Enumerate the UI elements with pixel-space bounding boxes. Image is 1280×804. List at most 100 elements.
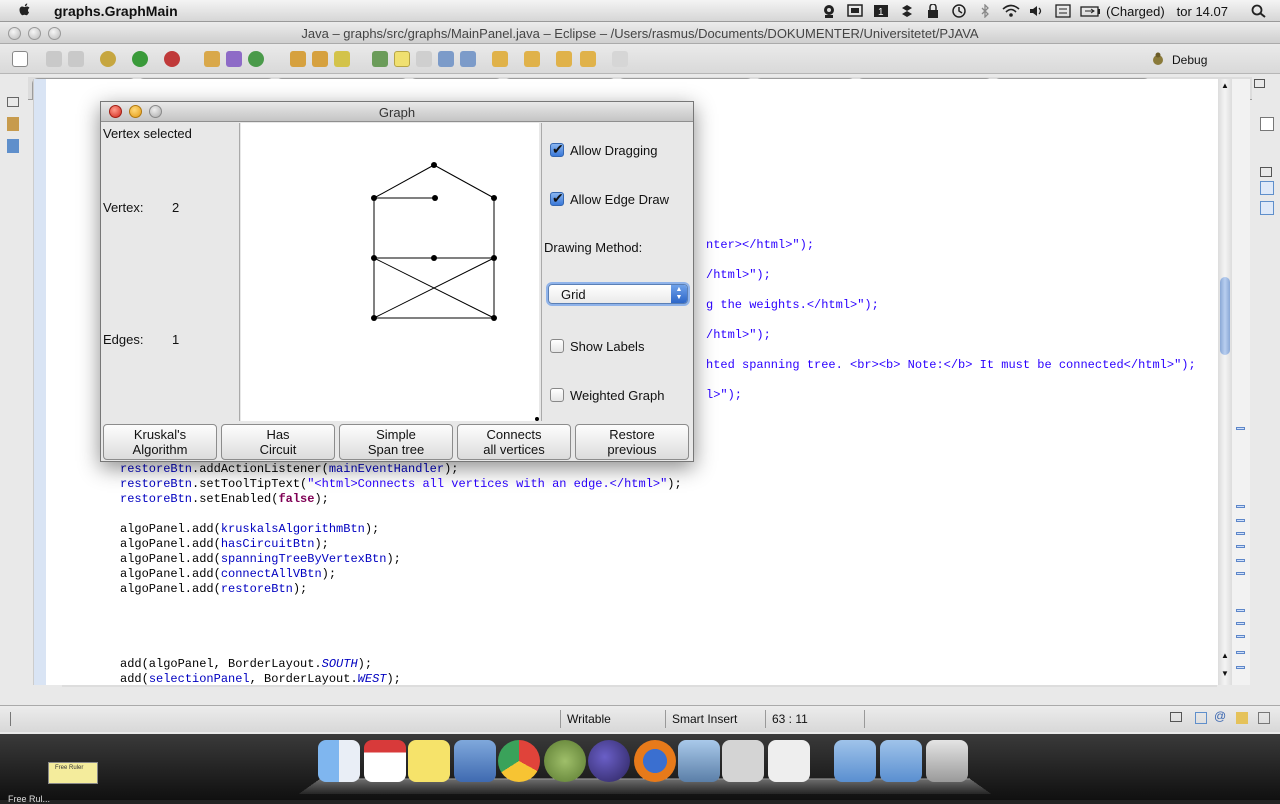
run-icon[interactable]: [132, 51, 148, 67]
chrome-icon[interactable]: [498, 740, 540, 782]
restore-right-icon[interactable]: [1260, 167, 1272, 177]
overview-marker[interactable]: [1236, 519, 1245, 522]
overview-ruler[interactable]: [1232, 79, 1250, 685]
outline-icon[interactable]: [1260, 117, 1274, 131]
at-icon[interactable]: @: [1214, 709, 1226, 723]
menubar-clock[interactable]: tor 14.07: [1177, 4, 1228, 19]
wifi-icon[interactable]: [1002, 4, 1020, 18]
new-file-icon[interactable]: [12, 51, 28, 67]
input-menu-icon[interactable]: [1054, 4, 1072, 18]
bluetooth-icon[interactable]: [976, 4, 994, 18]
problems-icon[interactable]: [1195, 712, 1207, 724]
weighted-graph-checkbox[interactable]: [550, 388, 564, 402]
restore-icon[interactable]: [7, 97, 19, 107]
applications-folder-icon[interactable]: [834, 740, 876, 782]
volume-icon[interactable]: [1028, 4, 1046, 18]
hierarchy-icon[interactable]: [7, 139, 19, 153]
has-circuit-button[interactable]: Has Circuit: [221, 424, 335, 460]
iphoto-icon[interactable]: [678, 740, 720, 782]
eclipse-icon[interactable]: [588, 740, 630, 782]
overview-marker[interactable]: [1236, 427, 1245, 430]
scroll-up-icon-bottom[interactable]: ▲: [1221, 651, 1229, 660]
previous-edit-icon[interactable]: [524, 51, 540, 67]
forward-icon[interactable]: [612, 51, 628, 67]
overview-marker[interactable]: [1236, 622, 1245, 625]
desktop-item-label[interactable]: Free Rul...: [8, 794, 50, 804]
latex-icon[interactable]: [722, 740, 764, 782]
scroll-down-icon[interactable]: ▼: [1221, 669, 1229, 678]
time-machine-icon[interactable]: [950, 4, 968, 18]
allow-edge-draw-label[interactable]: Allow Edge Draw: [570, 192, 669, 207]
outline-view-icon[interactable]: [1260, 201, 1274, 215]
weighted-graph-label[interactable]: Weighted Graph: [570, 388, 664, 403]
battery-status[interactable]: (Charged): [1106, 4, 1165, 19]
lock-icon[interactable]: [924, 4, 942, 18]
block-selection-icon[interactable]: [438, 51, 454, 67]
documents-folder-icon[interactable]: [880, 740, 922, 782]
external-tools-icon[interactable]: [164, 51, 180, 67]
show-whitespace-icon[interactable]: [460, 51, 476, 67]
declaration-icon[interactable]: [1258, 712, 1270, 724]
debug-perspective-button[interactable]: Debug: [1150, 50, 1270, 70]
stickies-icon[interactable]: [408, 740, 450, 782]
toggle-breadcrumb-icon[interactable]: [416, 51, 432, 67]
package-explorer-icon[interactable]: [7, 117, 19, 131]
show-labels-checkbox[interactable]: [550, 339, 564, 353]
simple-span-tree-button[interactable]: Simple Span tree: [339, 424, 453, 460]
overview-marker[interactable]: [1236, 609, 1245, 612]
scroll-thumb[interactable]: [1220, 277, 1230, 355]
overview-marker[interactable]: [1236, 572, 1245, 575]
graph-canvas[interactable]: [241, 123, 539, 421]
apple-menu-icon[interactable]: [18, 2, 32, 22]
allow-edge-draw-checkbox[interactable]: [550, 190, 564, 207]
ical-icon[interactable]: [364, 740, 406, 782]
display-icon[interactable]: [846, 4, 864, 18]
overview-marker[interactable]: [1236, 532, 1245, 535]
editor-vertical-scrollbar[interactable]: ▲ ▲ ▼: [1218, 79, 1232, 685]
spaces-icon[interactable]: 1: [872, 4, 890, 18]
print-icon[interactable]: [68, 51, 84, 67]
debug-icon[interactable]: [100, 51, 116, 67]
battery-icon[interactable]: [1080, 4, 1101, 18]
open-type-icon[interactable]: [290, 51, 306, 67]
last-edit-location-icon[interactable]: [556, 51, 572, 67]
trash-icon[interactable]: [926, 740, 968, 782]
overview-marker[interactable]: [1236, 505, 1245, 508]
restore-previous-button[interactable]: Restore previous: [575, 424, 689, 460]
new-class-icon[interactable]: [248, 51, 264, 67]
task-list-icon[interactable]: [1260, 181, 1274, 195]
mail-icon[interactable]: [454, 740, 496, 782]
javadoc-icon[interactable]: [1236, 712, 1248, 724]
maximize-editor-icon[interactable]: [1254, 79, 1265, 88]
connect-all-vertices-button[interactable]: Connects all vertices: [457, 424, 571, 460]
coffee-icon[interactable]: [768, 740, 810, 782]
graph-window-title-bar[interactable]: Graph: [101, 102, 693, 122]
allow-dragging-label[interactable]: Allow Dragging: [570, 143, 657, 158]
drawing-method-select[interactable]: Grid ▲ ▼: [548, 284, 688, 304]
toggle-highlight-icon[interactable]: [394, 51, 410, 67]
back-icon[interactable]: [580, 51, 596, 67]
fast-view-icon[interactable]: [10, 712, 22, 726]
show-labels-label[interactable]: Show Labels: [570, 339, 644, 354]
overview-marker[interactable]: [1236, 651, 1245, 654]
eclipse-title-bar[interactable]: Java – graphs/src/graphs/MainPanel.java …: [0, 22, 1280, 44]
open-task-icon[interactable]: [312, 51, 328, 67]
sync-icon[interactable]: [898, 4, 916, 18]
search-icon[interactable]: [334, 51, 350, 67]
overview-marker[interactable]: [1236, 666, 1245, 669]
overview-marker[interactable]: [1236, 635, 1245, 638]
next-annotation-icon[interactable]: [372, 51, 388, 67]
allow-dragging-checkbox[interactable]: [550, 141, 564, 158]
overview-marker[interactable]: [1236, 545, 1245, 548]
scroll-up-icon[interactable]: ▲: [1221, 81, 1229, 90]
yoda-icon[interactable]: [544, 740, 586, 782]
app-name-menu[interactable]: graphs.GraphMain: [54, 3, 178, 19]
firefox-icon[interactable]: [634, 740, 676, 782]
spotlight-search-icon[interactable]: [1250, 4, 1268, 18]
webcam-icon[interactable]: [820, 4, 838, 18]
overview-marker[interactable]: [1236, 559, 1245, 562]
free-ruler-widget[interactable]: Free Ruler: [48, 762, 98, 784]
restore-status-icon[interactable]: [1170, 712, 1182, 722]
kruskals-algorithm-button[interactable]: Kruskal's Algorithm: [103, 424, 217, 460]
save-icon[interactable]: [46, 51, 62, 67]
